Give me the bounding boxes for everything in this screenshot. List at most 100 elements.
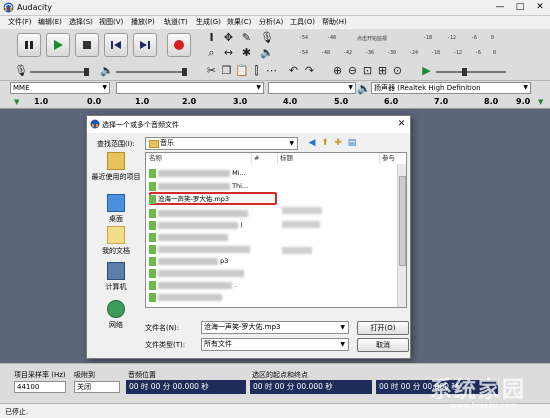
stop-button[interactable] <box>75 33 99 57</box>
file-row[interactable] <box>149 232 228 243</box>
record-button[interactable] <box>167 33 191 57</box>
file-row[interactable]: ) <box>149 220 243 231</box>
close-button[interactable]: ✕ <box>530 0 550 15</box>
menu-file[interactable]: 文件(F) <box>8 17 32 27</box>
recording-device-select[interactable]: ▼ <box>116 82 264 94</box>
play-speed-slider[interactable] <box>436 71 506 73</box>
column-header-artist[interactable]: 参与 <box>382 153 402 164</box>
cut-icon[interactable]: ✂ <box>205 64 218 77</box>
up-folder-icon[interactable]: ⬆ <box>319 137 331 149</box>
place-documents[interactable]: 我的文档 <box>91 226 141 256</box>
place-desktop[interactable]: 桌面 <box>91 194 141 224</box>
zoom-in-icon[interactable]: ⊕ <box>331 64 344 77</box>
file-name-input[interactable]: 沧海一声笑-罗大佑.mp3 ▼ <box>201 321 349 334</box>
new-folder-icon[interactable]: ✚ <box>332 137 344 149</box>
playback-volume-slider[interactable] <box>116 71 186 73</box>
play-button[interactable] <box>46 33 70 57</box>
output-speaker-icon: 🔈 <box>357 82 371 95</box>
redo-icon[interactable]: ↷ <box>303 64 316 77</box>
play-meter[interactable]: -54 -48 -42 -36 -30 -24 -18 -12 -6 0 <box>277 48 502 58</box>
documents-icon <box>107 226 125 244</box>
play-meter-speaker-icon[interactable]: 🔈 <box>260 46 274 59</box>
dialog-close-button[interactable]: ✕ <box>395 118 408 130</box>
file-row[interactable]: . <box>149 280 236 291</box>
skip-start-button[interactable] <box>104 33 128 57</box>
skip-end-button[interactable] <box>133 33 157 57</box>
pause-button[interactable] <box>17 33 41 57</box>
recording-volume-knob[interactable] <box>84 68 89 76</box>
open-button[interactable]: 打开(O) <box>357 321 409 335</box>
silence-icon[interactable]: ⋯ <box>265 64 278 77</box>
scrollbar-thumb[interactable] <box>399 176 406 266</box>
file-row[interactable] <box>149 208 248 219</box>
menu-analyze[interactable]: 分析(A) <box>259 17 283 27</box>
menu-select[interactable]: 选择(S) <box>69 17 93 27</box>
chevron-down-icon: ▼ <box>102 84 107 91</box>
column-header-title[interactable]: 标题 <box>280 153 380 164</box>
place-network[interactable]: 网络 <box>91 300 141 330</box>
copy-icon[interactable]: ❐ <box>220 64 233 77</box>
place-computer[interactable]: 计算机 <box>91 262 141 292</box>
audacity-logo-icon <box>90 119 100 129</box>
zoom-out-icon[interactable]: ⊖ <box>346 64 359 77</box>
paste-icon[interactable]: 📋 <box>235 64 249 77</box>
selection-start-time[interactable]: 00 时 00 分 00.000 秒 <box>250 380 372 394</box>
play-speed-slider-knob[interactable] <box>462 68 467 76</box>
file-row[interactable] <box>149 244 250 255</box>
file-type-select[interactable]: 所有文件 ▼ <box>201 338 349 351</box>
menu-tools[interactable]: 工具(O) <box>290 17 315 27</box>
maximize-button[interactable]: □ <box>510 0 530 15</box>
view-menu-icon[interactable]: ▤ <box>346 137 358 149</box>
menu-view[interactable]: 视图(V) <box>99 17 123 27</box>
playback-volume-knob[interactable] <box>182 68 187 76</box>
project-rate-select[interactable]: 44100 <box>14 381 66 393</box>
playback-device-select[interactable]: 扬声器 (Realtek High Definition ▼ <box>371 82 531 94</box>
time-shift-tool-icon[interactable]: ↔ <box>222 46 235 59</box>
place-label: 网络 <box>109 321 123 329</box>
file-row[interactable] <box>149 268 244 279</box>
zoom-tool-icon[interactable]: ⌕ <box>205 46 218 59</box>
audio-file-icon <box>149 244 156 254</box>
menu-effect[interactable]: 效果(C) <box>227 17 251 27</box>
play-meter-tick: -6 <box>475 50 482 56</box>
snap-to-select[interactable]: 关闭 <box>74 381 120 393</box>
envelope-tool-icon[interactable]: ✥ <box>222 31 235 44</box>
recording-channels-select[interactable]: ▼ <box>268 82 356 94</box>
cancel-button[interactable]: 取消 <box>357 338 409 352</box>
file-row[interactable]: p3 <box>149 256 228 267</box>
timeline-ruler[interactable]: ▼ 1.0 0.0 1.0 2.0 3.0 4.0 5.0 6.0 7.0 8.… <box>0 96 550 109</box>
record-meter-mic-icon[interactable]: 🎙 <box>260 31 274 44</box>
fit-project-icon[interactable]: ⊞ <box>376 64 389 77</box>
multi-tool-icon[interactable]: ✱ <box>240 46 253 59</box>
draw-tool-icon[interactable]: ✎ <box>240 31 253 44</box>
record-meter[interactable]: -54 -48 点击开始监视 -18 -12 -6 0 <box>277 33 502 43</box>
zoom-toggle-icon[interactable]: ⊙ <box>391 64 404 77</box>
file-list[interactable]: 名称 # 标题 参与 Mi... Thi... 沧海一声笑-罗大佑.mp3 ) … <box>145 152 407 308</box>
undo-icon[interactable]: ↶ <box>287 64 300 77</box>
file-row[interactable]: Mi... <box>149 168 246 179</box>
place-recent[interactable]: 最近使用的项目 <box>91 152 141 182</box>
column-header-name[interactable]: 名称 <box>149 153 252 164</box>
menu-track[interactable]: 轨道(T) <box>164 17 188 27</box>
play-at-speed-icon[interactable]: ▶ <box>420 64 433 77</box>
look-in-select[interactable]: 音乐 ▼ <box>145 137 298 150</box>
selection-tool-icon[interactable]: I <box>205 31 218 44</box>
file-row-selected[interactable]: 沧海一声笑-罗大佑.mp3 <box>149 194 229 205</box>
menu-generate[interactable]: 生成(G) <box>196 17 221 27</box>
trim-icon[interactable]: ⫿ <box>250 64 263 77</box>
file-row[interactable]: Thi... <box>149 181 248 192</box>
audio-position-time[interactable]: 00 时 00 分 00.000 秒 <box>126 380 246 394</box>
menu-edit[interactable]: 编辑(E) <box>38 17 62 27</box>
column-header-number[interactable]: # <box>254 153 278 164</box>
audio-host-select[interactable]: MME ▼ <box>10 82 110 94</box>
minimize-button[interactable]: — <box>490 0 510 15</box>
menu-play[interactable]: 播放(P) <box>131 17 155 27</box>
timeline-end-marker-icon: ▼ <box>538 98 544 106</box>
file-row[interactable] <box>149 292 222 303</box>
menu-help[interactable]: 帮助(H) <box>322 17 347 27</box>
back-icon[interactable]: ◀ <box>306 137 318 149</box>
audio-host-value: MME <box>13 84 30 92</box>
fit-selection-icon[interactable]: ⊡ <box>361 64 374 77</box>
recording-volume-slider[interactable] <box>30 71 88 73</box>
file-list-scrollbar[interactable] <box>397 164 406 307</box>
